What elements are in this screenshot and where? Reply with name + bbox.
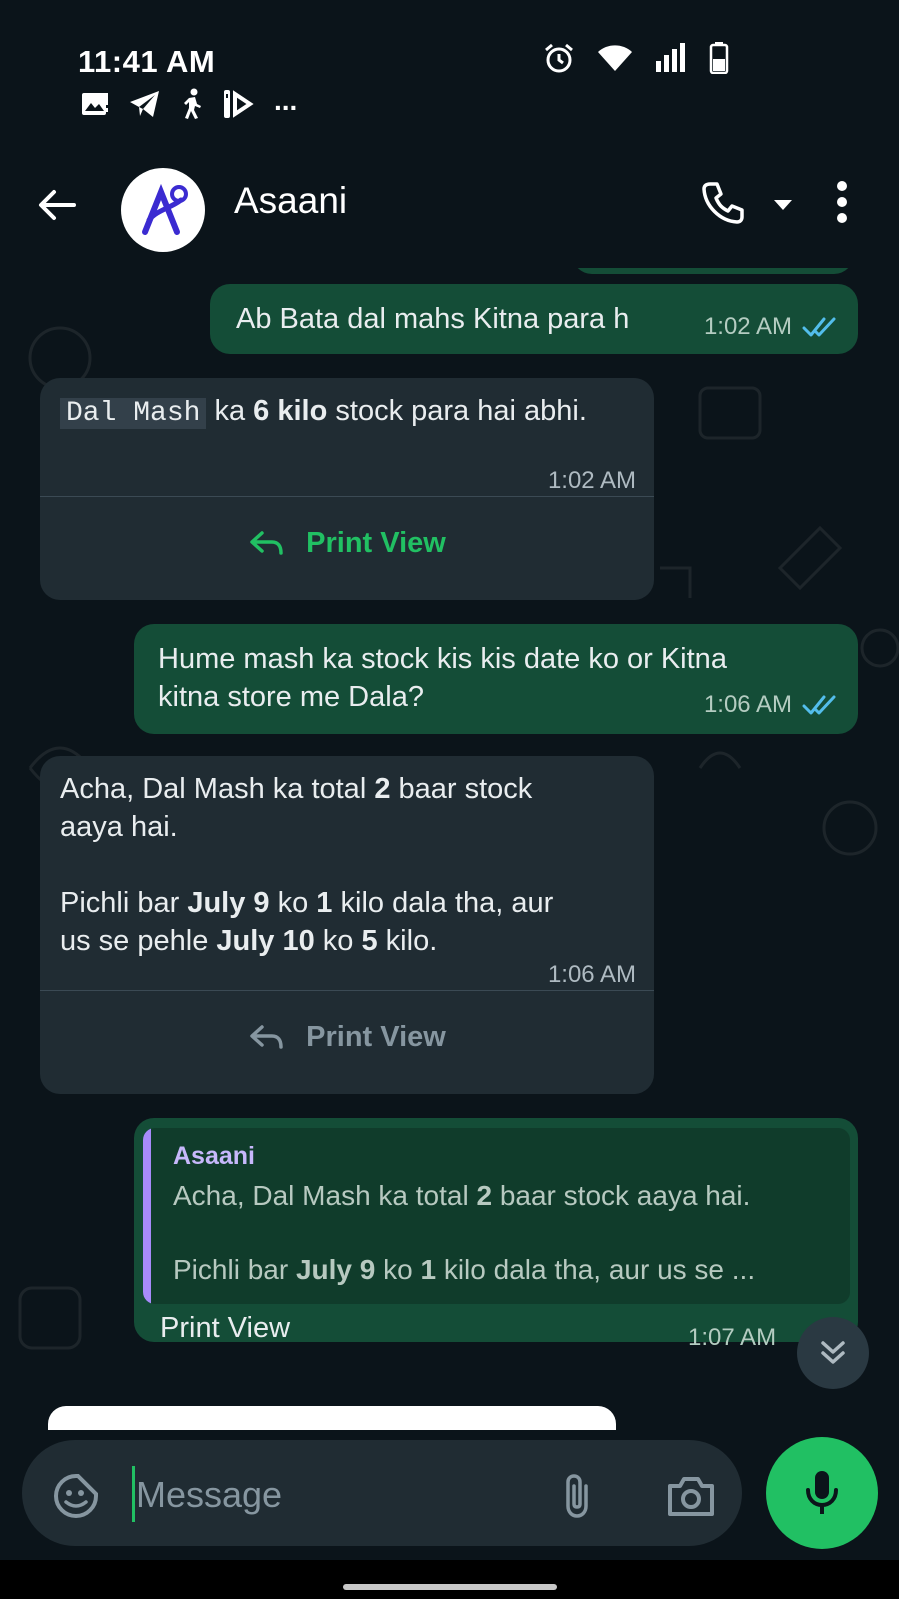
more-options-icon[interactable] [836,180,848,224]
message-bubble-incoming[interactable]: Dal Mash ka 6 kilo stock para hai abhi. … [40,378,654,600]
print-view-label: Print View [306,1021,446,1053]
wifi-icon [598,45,632,71]
message-bubble-outgoing[interactable]: Ab Bata dal mahs Kitna para h 1:02 AM [210,284,858,354]
more-notifications-dots: ... [274,85,298,116]
message-bubble-incoming[interactable]: Acha, Dal Mash ka total 2 baar stock aay… [40,756,654,1094]
print-view-button[interactable]: Print View [40,1018,654,1056]
message-text: Ab Bata dal mahs Kitna para h [236,303,630,335]
reply-icon [250,1025,283,1049]
voice-call-icon[interactable] [700,180,746,226]
quote-accent-bar [143,1128,151,1304]
scroll-to-bottom-button[interactable] [797,1317,869,1389]
reply-icon [250,531,283,555]
back-arrow-icon[interactable] [34,182,80,228]
message-meta: 1:02 AM [704,308,840,346]
message-meta: 1:02 AM [548,462,636,500]
battery-icon [709,42,729,74]
quote-author: Asaani [173,1142,255,1170]
card-preview[interactable] [48,1406,616,1430]
contact-avatar[interactable] [121,168,205,252]
emoji-sticker-icon[interactable] [52,1472,100,1520]
message-meta: 1:06 AM [704,686,840,724]
voice-message-button[interactable] [766,1437,878,1549]
bubble-divider [40,496,654,497]
message-time: 1:06 AM [703,691,792,718]
message-time: 1:02 AM [703,313,792,340]
chat-area[interactable]: Ab Bata dal mahs Kitna para h 1:02 AM Da… [0,268,899,1430]
message-input[interactable] [22,1440,742,1546]
message-time: 1:02 AM [547,467,636,494]
walking-icon [184,88,201,119]
message-text: Acha, Dal Mash ka total 2 baar stock aay… [60,773,554,957]
quoted-message[interactable]: Asaani Acha, Dal Mash ka total 2 baar st… [143,1128,850,1304]
notification-icons: ... [80,85,298,120]
message-bubble-partial[interactable] [572,268,854,274]
microphone-icon [806,1471,838,1514]
signal-icon [656,43,685,72]
image-icon [82,93,108,115]
message-code-span: Dal Mash [60,398,207,429]
alarm-icon [545,43,573,73]
quote-line-1: Acha, Dal Mash ka total 2 baar stock aay… [173,1180,751,1211]
telegram-icon [130,91,159,117]
message-text: Hume mash ka stock kis kis date ko or Ki… [158,643,727,713]
print-view-label: Print View [306,527,446,559]
message-bubble-outgoing[interactable]: Hume mash ka stock kis kis date ko or Ki… [134,624,858,734]
read-ticks-icon [802,317,836,337]
system-icons [543,42,729,74]
contact-name[interactable]: Asaani [234,180,347,222]
message-time: 1:06 AM [547,961,636,988]
message-text: Print View [160,1312,291,1344]
double-chevron-down-icon [821,1341,845,1364]
remote-icon [224,90,254,118]
chat-header: Asaani [0,150,899,268]
status-time: 11:41 AM [78,44,216,79]
message-time: 1:07 AM [688,1324,777,1351]
quote-line-2: Pichli bar July 9 ko 1 kilo dala tha, au… [173,1254,756,1285]
read-ticks-icon [802,695,836,715]
system-nav-bar [0,1560,899,1599]
camera-icon[interactable] [666,1474,716,1518]
asaani-logo-icon [142,183,188,235]
message-placeholder: Message [136,1474,283,1515]
text-cursor [132,1466,135,1522]
gesture-handle[interactable] [343,1584,557,1590]
call-options-dropdown-icon[interactable] [772,198,794,212]
attach-paperclip-icon[interactable] [560,1472,594,1520]
message-text: Dal Mash ka 6 kilo stock para hai abhi. [60,392,620,433]
message-meta: 1:06 AM [548,956,636,994]
status-bar: 11:41 AM ... [0,0,899,150]
bubble-divider [40,990,654,991]
print-view-button[interactable]: Print View [40,524,654,562]
